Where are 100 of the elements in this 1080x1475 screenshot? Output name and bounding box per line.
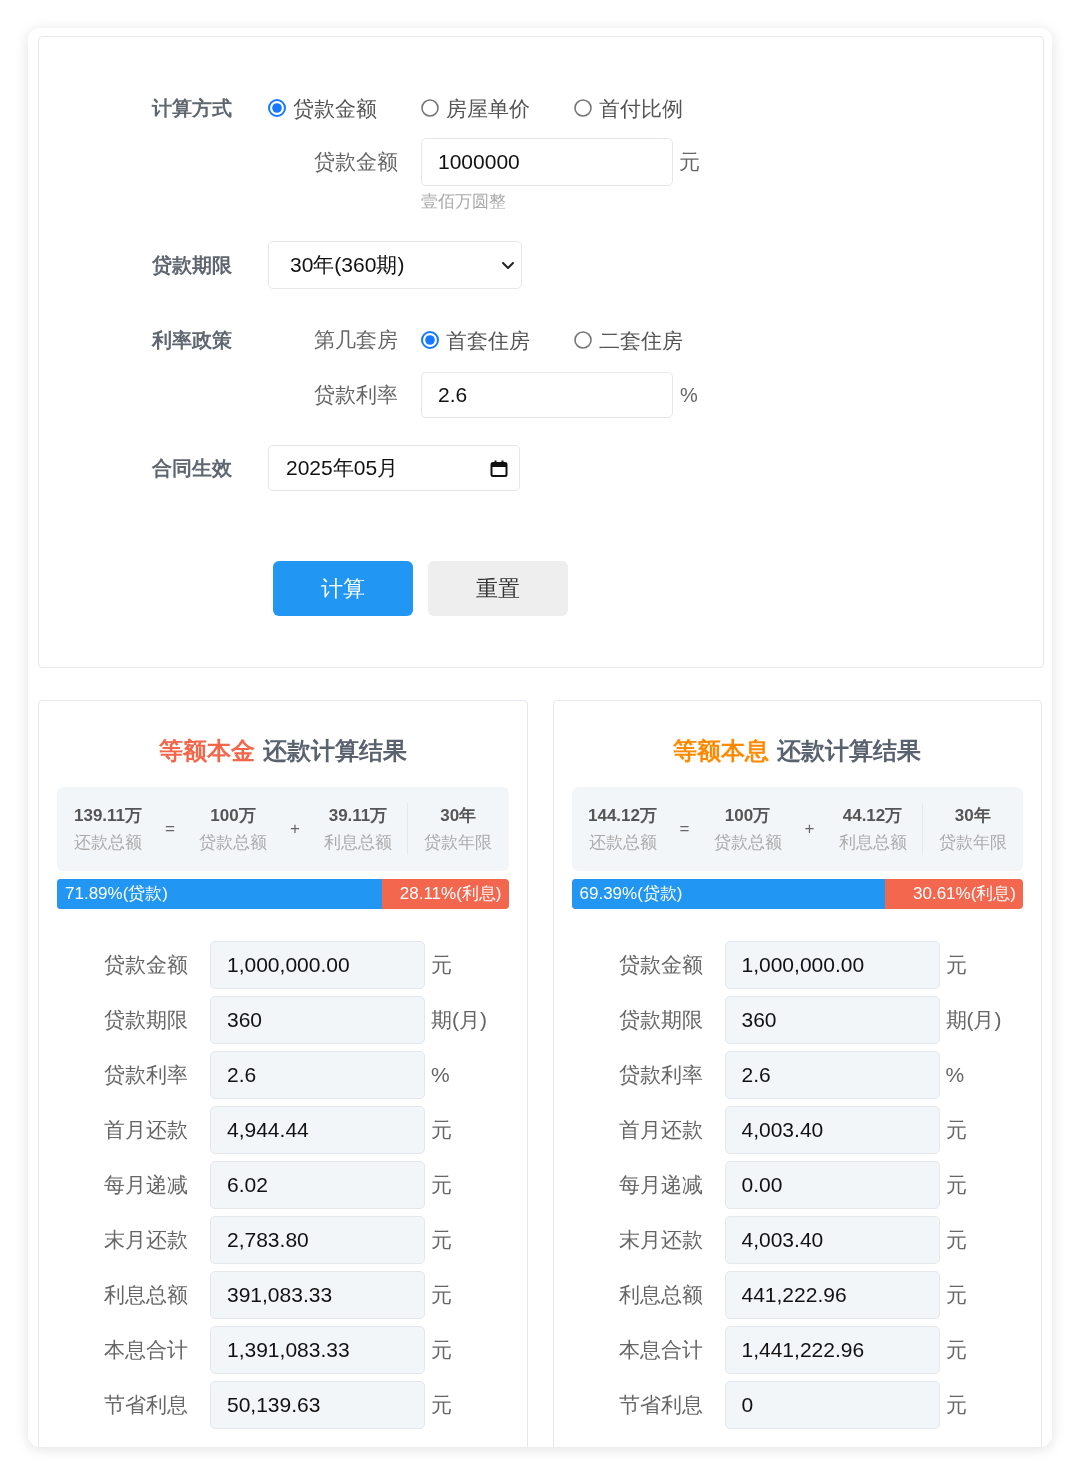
result-field: 0.00 bbox=[724, 1161, 940, 1209]
summary-value: 44.12万 bbox=[842, 804, 903, 827]
result-field: 4,003.40 bbox=[724, 1106, 940, 1154]
field-label: 每月递减 bbox=[103, 1172, 188, 1199]
radio-icon[interactable] bbox=[268, 99, 286, 117]
field-label: 贷款期限 bbox=[103, 1007, 188, 1034]
field-label: 首月还款 bbox=[617, 1117, 703, 1144]
radio-option[interactable]: 首套住房 bbox=[421, 329, 530, 351]
summary-caption: 贷款总额 bbox=[713, 831, 782, 854]
unit-label: 元 bbox=[945, 1227, 967, 1254]
field-label: 贷款期限 bbox=[152, 253, 233, 278]
field-label: 节省利息 bbox=[103, 1392, 188, 1419]
result-field: 1,000,000.00 bbox=[724, 941, 940, 989]
summary-value: 100万 bbox=[724, 804, 771, 827]
unit-label: 元 bbox=[431, 1227, 452, 1254]
rate-input[interactable]: 2.6 bbox=[421, 372, 673, 418]
field-label: 本息合计 bbox=[103, 1337, 188, 1364]
unit-label: % bbox=[945, 1062, 965, 1089]
operator-symbol: + bbox=[290, 818, 300, 841]
operator-symbol: = bbox=[165, 818, 175, 841]
field-label: 末月还款 bbox=[617, 1227, 703, 1254]
result-field: 2.6 bbox=[724, 1051, 940, 1099]
field-label: 贷款金额 bbox=[103, 952, 188, 979]
summary-value: 30年 bbox=[954, 804, 991, 827]
method-name: 等额本息 bbox=[673, 736, 770, 766]
summary-value: 144.12万 bbox=[588, 804, 657, 827]
term-select[interactable]: 30年(360期) bbox=[268, 241, 522, 289]
result-field: 2,783.80 bbox=[210, 1216, 425, 1264]
unit-label: 元 bbox=[679, 149, 700, 176]
interest-share-label: 28.11%(利息) bbox=[399, 883, 502, 906]
month-input[interactable]: 2025年05月 bbox=[268, 445, 520, 491]
loan-share-label: 69.39%(贷款) bbox=[579, 883, 683, 906]
field-label: 利息总额 bbox=[103, 1282, 188, 1309]
unit-label: 元 bbox=[431, 1282, 452, 1309]
result-field: 6.02 bbox=[210, 1161, 425, 1209]
radio-icon[interactable] bbox=[421, 331, 439, 349]
result-field: 391,083.33 bbox=[210, 1271, 425, 1319]
radio-option[interactable]: 贷款金额 bbox=[268, 97, 377, 119]
interest-share-label: 30.61%(利息) bbox=[913, 883, 1016, 906]
amount-input[interactable]: 1000000 bbox=[421, 138, 673, 186]
loan-share-label: 71.89%(贷款) bbox=[65, 883, 168, 906]
summary-value: 39.11万 bbox=[328, 804, 388, 827]
result-field: 4,944.44 bbox=[210, 1106, 425, 1154]
result-title: 还款计算结果 bbox=[777, 736, 922, 766]
result-field: 50,139.63 bbox=[210, 1381, 425, 1429]
field-label: 末月还款 bbox=[103, 1227, 188, 1254]
field-label: 第几套房 bbox=[313, 327, 398, 354]
field-label: 贷款金额 bbox=[313, 149, 398, 176]
field-label: 贷款金额 bbox=[617, 952, 703, 979]
radio-option[interactable]: 首付比例 bbox=[574, 97, 683, 119]
radio-icon[interactable] bbox=[421, 99, 439, 117]
unit-label: 元 bbox=[431, 1337, 452, 1364]
unit-label: 元 bbox=[945, 952, 967, 979]
summary-caption: 利息总额 bbox=[324, 831, 392, 854]
unit-label: 元 bbox=[945, 1172, 967, 1199]
summary-caption: 利息总额 bbox=[838, 831, 907, 854]
radio-icon[interactable] bbox=[574, 331, 592, 349]
unit-label: 元 bbox=[945, 1392, 967, 1419]
unit-label: 元 bbox=[431, 1117, 452, 1144]
secondary-button[interactable]: 重置 bbox=[428, 561, 568, 616]
result-field: 1,441,222.96 bbox=[724, 1326, 940, 1374]
field-label: 贷款利率 bbox=[103, 1062, 188, 1089]
field-label: 合同生效 bbox=[152, 456, 233, 481]
radio-option[interactable]: 二套住房 bbox=[574, 329, 683, 351]
result-field: 0 bbox=[724, 1381, 940, 1429]
field-label: 本息合计 bbox=[617, 1337, 703, 1364]
result-field: 441,222.96 bbox=[724, 1271, 940, 1319]
calendar-icon[interactable] bbox=[490, 459, 508, 477]
field-label: 节省利息 bbox=[617, 1392, 703, 1419]
field-label: 首月还款 bbox=[103, 1117, 188, 1144]
field-label: 每月递减 bbox=[617, 1172, 703, 1199]
summary-value: 139.11万 bbox=[73, 804, 143, 827]
summary-caption: 贷款年限 bbox=[938, 831, 1007, 854]
unit-label: 元 bbox=[431, 1172, 452, 1199]
result-field: 1,000,000.00 bbox=[210, 941, 425, 989]
unit-label: 元 bbox=[945, 1117, 967, 1144]
summary-caption: 贷款年限 bbox=[424, 831, 493, 854]
field-label: 计算方式 bbox=[152, 96, 233, 121]
result-field: 1,391,083.33 bbox=[210, 1326, 425, 1374]
radio-icon[interactable] bbox=[574, 99, 592, 117]
summary-caption: 还款总额 bbox=[74, 831, 142, 854]
radio-option[interactable]: 房屋单价 bbox=[421, 97, 530, 119]
result-field: 2.6 bbox=[210, 1051, 425, 1099]
unit-label: 元 bbox=[431, 1392, 452, 1419]
unit-label: 元 bbox=[945, 1337, 967, 1364]
field-label: 贷款利率 bbox=[617, 1062, 703, 1089]
summary-caption: 还款总额 bbox=[588, 831, 657, 854]
summary-value: 100万 bbox=[210, 804, 256, 827]
field-label: 贷款期限 bbox=[617, 1007, 703, 1034]
result-field: 4,003.40 bbox=[724, 1216, 940, 1264]
unit-label: 元 bbox=[431, 952, 452, 979]
operator-symbol: + bbox=[804, 818, 815, 841]
operator-symbol: = bbox=[679, 818, 690, 841]
result-field: 360 bbox=[724, 996, 940, 1044]
unit-label: % bbox=[431, 1062, 450, 1089]
field-label: 利率政策 bbox=[152, 328, 233, 353]
unit-label: % bbox=[680, 383, 698, 408]
unit-label: 期(月) bbox=[431, 1007, 487, 1034]
summary-caption: 贷款总额 bbox=[199, 831, 267, 854]
result-title: 还款计算结果 bbox=[262, 736, 407, 766]
